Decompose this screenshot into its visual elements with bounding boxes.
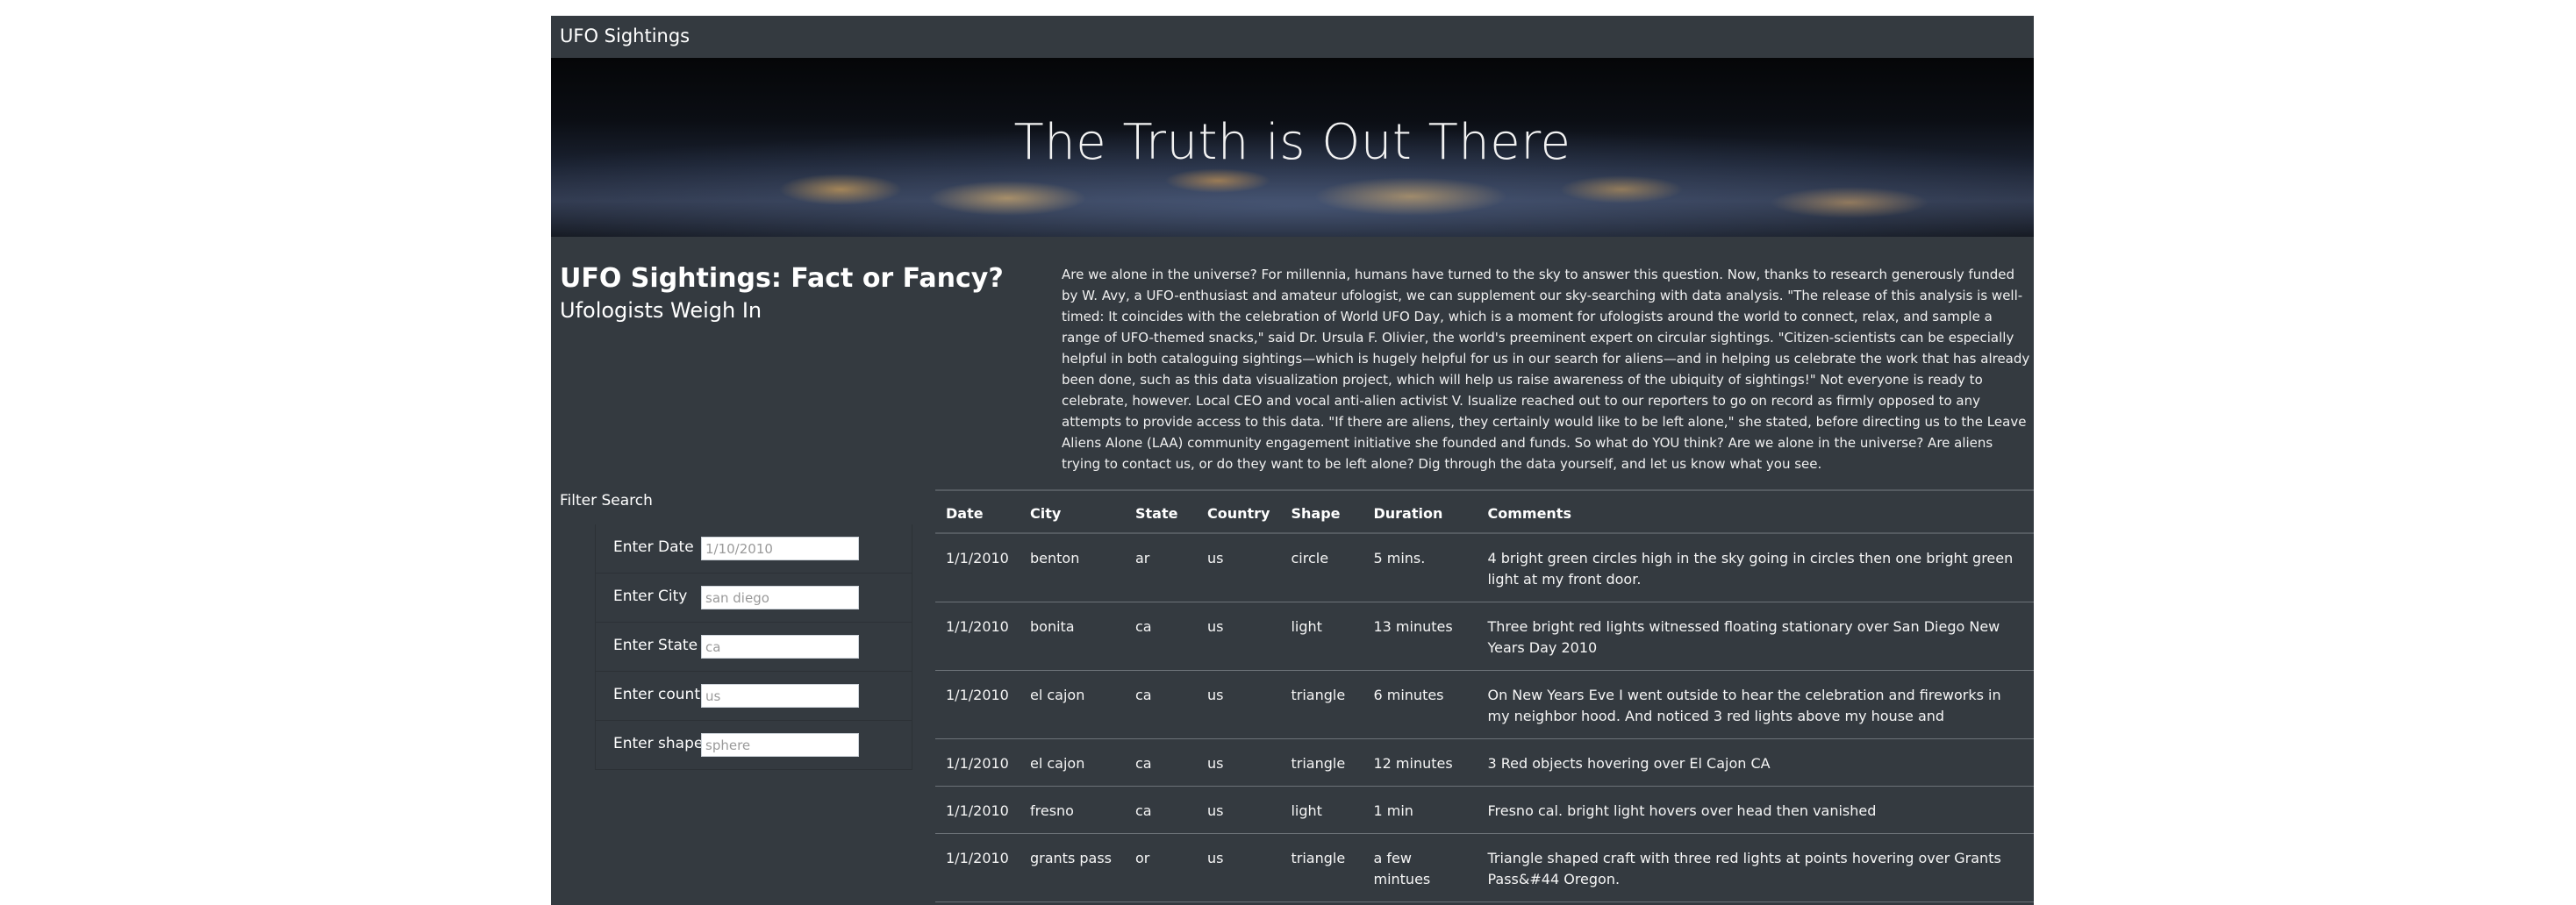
cell-shape: light: [1280, 602, 1363, 671]
cell-date: 1/1/2010: [935, 602, 1020, 671]
cell-country: us: [1197, 670, 1281, 739]
header-comments: Comments: [1477, 489, 2034, 534]
header-country: Country: [1197, 489, 1281, 534]
header-city: City: [1020, 489, 1125, 534]
cell-duration: 12 minutes: [1363, 738, 1478, 787]
filter-shape: Enter shape: [596, 721, 912, 770]
city-input[interactable]: [701, 586, 859, 609]
cell-country: us: [1197, 786, 1281, 834]
cell-comments: Triangle shaped craft with three red lig…: [1477, 833, 2034, 902]
cell-state: ca: [1125, 786, 1197, 834]
filter-country: Enter country: [596, 672, 912, 721]
article-headline: UFO Sightings: Fact or Fancy? Ufologists…: [560, 263, 1034, 326]
filter-date-label: Enter Date: [613, 538, 694, 556]
headline-subtitle: Ufologists Weigh In: [560, 298, 762, 323]
cell-duration: 5 mins.: [1363, 533, 1478, 602]
filter-city-label: Enter City: [613, 588, 688, 605]
cell-city: el cajon: [1020, 670, 1125, 739]
cell-state: ca: [1125, 901, 1197, 905]
filter-state-label: Enter State: [613, 637, 698, 654]
cell-date: 1/1/2010: [935, 670, 1020, 739]
cell-duration: 6 minutes: [1363, 670, 1478, 739]
page: UFO Sightings The Truth is Out There UFO…: [551, 16, 2034, 905]
country-input[interactable]: [701, 684, 859, 708]
filter-city: Enter City: [596, 574, 912, 623]
cell-date: 1/1/2010: [935, 738, 1020, 787]
date-input[interactable]: [701, 537, 859, 560]
cell-city: fresno: [1020, 786, 1125, 834]
cell-duration: 1 min: [1363, 786, 1478, 834]
article-body: Are we alone in the universe? For millen…: [1062, 267, 2030, 472]
cell-city: benton: [1020, 533, 1125, 602]
cell-shape: triangle: [1280, 833, 1363, 902]
cell-shape: light: [1280, 786, 1363, 834]
cell-country: us: [1197, 901, 1281, 905]
cell-date: 1/1/2010: [935, 901, 1020, 905]
sightings-table-wrap: Date City State Country Shape Duration C…: [935, 489, 2034, 905]
cell-comments: 3 Red objects hovering over El Cajon CA: [1477, 738, 2034, 787]
cell-country: us: [1197, 833, 1281, 902]
cell-date: 1/1/2010: [935, 533, 1020, 602]
cell-duration: 13 minutes: [1363, 602, 1478, 671]
cell-comments: 4 bright green circles high in the sky g…: [1477, 533, 2034, 602]
table-row: 1/1/2010 el cajon ca us triangle 6 minutes On …: [935, 670, 2034, 739]
cell-state: ca: [1125, 602, 1197, 671]
cell-city: bonita: [1020, 602, 1125, 671]
table-row: 1/1/2010la mesacauslight10 minThree red …: [935, 901, 2034, 905]
cell-date: 1/1/2010: [935, 786, 1020, 834]
cell-city: el cajon: [1020, 738, 1125, 787]
filter-search-title: Filter Search: [560, 492, 653, 510]
sightings-table: Date City State Country Shape Duration C…: [935, 489, 2034, 905]
cell-date: 1/1/2010: [935, 833, 1020, 902]
cell-shape: triangle: [1280, 738, 1363, 787]
headline-bold: UFO Sightings: Fact or Fancy?: [560, 263, 1004, 294]
cell-country: us: [1197, 738, 1281, 787]
cell-state: ca: [1125, 738, 1197, 787]
cell-comments: Three bright red lights witnessed floati…: [1477, 602, 2034, 671]
table-header-row: Date City State Country Shape Duration C…: [935, 489, 2034, 534]
filter-list: Enter Date Enter City Enter State Enter …: [595, 524, 912, 770]
header-state: State: [1125, 489, 1197, 534]
cell-city: la mesa: [1020, 901, 1125, 905]
cell-country: us: [1197, 533, 1281, 602]
table-row: 1/1/2010 bonita ca us light 13 minutes Three b…: [935, 602, 2034, 671]
table-row: 1/1/2010 el cajon ca us triangle 12 minutes 3 …: [935, 738, 2034, 787]
hero-banner: The Truth is Out There: [551, 58, 2034, 237]
cell-duration: 10 min: [1363, 901, 1478, 905]
cell-state: ar: [1125, 533, 1197, 602]
cell-duration: a few mintues: [1363, 833, 1478, 902]
cell-state: ca: [1125, 670, 1197, 739]
cell-comments: Fresno cal. bright light hovers over hea…: [1477, 786, 2034, 834]
shape-input[interactable]: [701, 733, 859, 757]
cell-shape: circle: [1280, 533, 1363, 602]
cell-comments: Three red lights over southern Californi…: [1477, 901, 2034, 905]
cell-shape: light: [1280, 901, 1363, 905]
table-body: 1/1/2010 benton ar us circle 5 mins. 4 bright …: [935, 533, 2034, 905]
filter-country-label: Enter country: [613, 686, 716, 703]
navbar-brand[interactable]: UFO Sightings: [560, 25, 690, 46]
cell-state: or: [1125, 833, 1197, 902]
cell-shape: triangle: [1280, 670, 1363, 739]
table-row: 1/1/2010 benton ar us circle 5 mins. 4 bright …: [935, 533, 2034, 602]
header-shape: Shape: [1280, 489, 1363, 534]
cell-comments: On New Years Eve I went outside to hear …: [1477, 670, 2034, 739]
hero-title: The Truth is Out There: [1013, 114, 1571, 171]
filter-date: Enter Date: [596, 524, 912, 574]
header-date: Date: [935, 489, 1020, 534]
header-duration: Duration: [1363, 489, 1478, 534]
state-input[interactable]: [701, 635, 859, 659]
table-row: 1/1/2010 fresno ca us light 1 min Fresno cal. …: [935, 786, 2034, 834]
navbar: UFO Sightings: [551, 16, 2034, 59]
cell-city: grants pass: [1020, 833, 1125, 902]
table-row: 1/1/2010 grants pass or us triangle a few min…: [935, 833, 2034, 902]
cell-country: us: [1197, 602, 1281, 671]
filter-state: Enter State: [596, 623, 912, 672]
filter-shape-label: Enter shape: [613, 735, 704, 752]
